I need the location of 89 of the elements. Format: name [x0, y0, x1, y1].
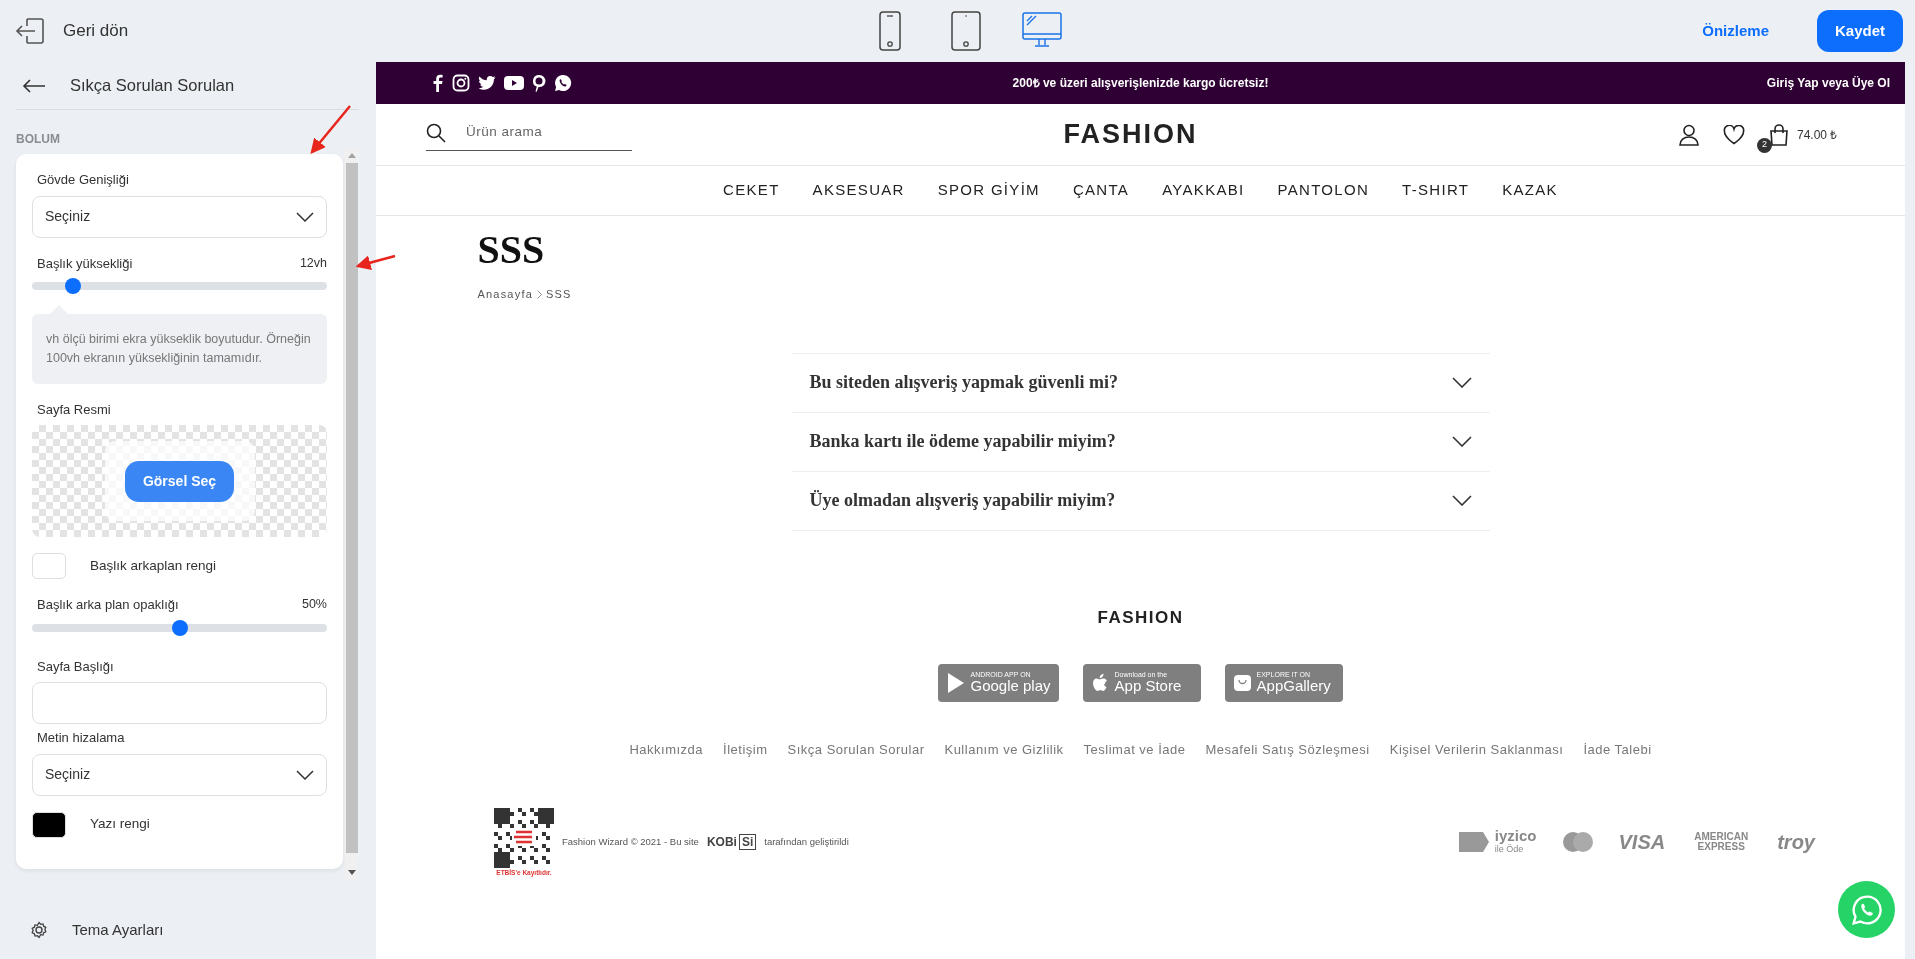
- color-swatch[interactable]: [32, 811, 66, 838]
- chevron-down-icon: [296, 769, 314, 780]
- scrollbar[interactable]: [345, 149, 358, 879]
- faq-item[interactable]: Üye olmadan alışveriş yapabilir miyim?: [791, 471, 1490, 531]
- slider-thumb[interactable]: [171, 619, 188, 636]
- card-icon: [1456, 830, 1491, 855]
- breadcrumb-link[interactable]: SSS: [545, 286, 572, 303]
- promo-text: 200₺ ve üzeri alışverişlenizde kargo ücretsiz!: [1011, 75, 1270, 92]
- slider-value: 12vh: [299, 254, 327, 272]
- field-label: Metin hizalama: [36, 729, 126, 747]
- breadcrumb-link[interactable]: Anasayfa: [477, 286, 533, 303]
- cart-total: 74.00 ₺: [1797, 126, 1838, 144]
- back-link[interactable]: Geri dön: [63, 18, 129, 44]
- nav-link[interactable]: CEKET: [723, 179, 780, 202]
- nav-link[interactable]: AYAKKABI: [1162, 179, 1245, 202]
- footer-link[interactable]: İade Talebi: [1583, 740, 1652, 760]
- nav-link[interactable]: KAZAK: [1502, 179, 1558, 202]
- back-arrow-icon[interactable]: [22, 77, 46, 94]
- cart-count-badge: 2: [1757, 137, 1772, 153]
- shopping-bag-icon[interactable]: [1769, 124, 1789, 147]
- footer-link[interactable]: Kişisel Verilerin Saklanması: [1389, 740, 1564, 760]
- instagram-icon[interactable]: [452, 74, 470, 92]
- field-label: Başlık arka plan opaklığı: [36, 596, 179, 614]
- payment-logo: troy: [1777, 830, 1815, 856]
- play-icon: [946, 672, 966, 694]
- payment-caption: ile Öde: [1494, 844, 1525, 857]
- copyright-text: tarafından geliştirildi: [764, 835, 849, 850]
- section-label: BOLUM: [16, 132, 60, 146]
- pin-icon[interactable]: [532, 74, 546, 92]
- faq-item[interactable]: Bu siteden alışveriş yapmak güvenli mi?: [791, 353, 1490, 413]
- field-label: Başlık yüksekliği: [36, 254, 133, 273]
- nav-link[interactable]: T-SHIRT: [1402, 179, 1470, 202]
- choose-image-button[interactable]: Görsel Seç: [124, 460, 235, 502]
- info-note: vh ölçü birimi ekra yükseklik boyutudur. Örneğin 100vh ekranın yüksekliğinin tamamıdır.: [32, 314, 327, 384]
- user-icon[interactable]: [1679, 123, 1699, 146]
- phone-icon[interactable]: [879, 11, 901, 51]
- chat-phone-icon[interactable]: [554, 74, 572, 92]
- mastercard-icon: [1560, 831, 1595, 854]
- footer-logo[interactable]: FASHION: [1097, 604, 1184, 630]
- payment-logo: VISA: [1618, 830, 1666, 856]
- footer-link[interactable]: Mesafeli Satış Sözleşmesi: [1205, 740, 1370, 760]
- twitter-icon[interactable]: [478, 75, 496, 91]
- tablet-icon[interactable]: [951, 11, 981, 51]
- annotation-arrow: [310, 105, 351, 154]
- theme-settings-link[interactable]: Tema Ayarları: [72, 919, 164, 942]
- field-label: Sayfa Resmi: [36, 400, 112, 419]
- footer-link[interactable]: Sıkça Sorulan Sorular: [787, 740, 925, 760]
- footer-link[interactable]: Hakkımızda: [629, 740, 704, 760]
- footer-link[interactable]: Kullanım ve Gizlilik: [944, 740, 1064, 760]
- chevron-right-icon: [536, 289, 542, 299]
- nav-link[interactable]: SPOR GİYİM: [937, 179, 1040, 202]
- gear-icon[interactable]: [30, 921, 48, 940]
- select-field[interactable]: Seçiniz: [32, 195, 327, 238]
- payment-logo: AMERICAN EXPRESS: [1693, 832, 1750, 853]
- nav-link[interactable]: AKSESUAR: [812, 179, 905, 202]
- field-label: Başlık arkaplan rengi: [90, 556, 217, 575]
- image-dropzone[interactable]: Görsel Seç: [32, 425, 327, 537]
- heart-icon[interactable]: [1723, 124, 1745, 145]
- builder-logo[interactable]: KOBi Si: [706, 833, 757, 852]
- video-play-icon[interactable]: [504, 76, 524, 90]
- scroll-down-icon[interactable]: [346, 869, 357, 876]
- bag-icon: [1232, 672, 1252, 694]
- apple-icon: [1090, 672, 1110, 694]
- login-link[interactable]: Giriş Yap veya Üye Ol: [1505, 74, 1905, 92]
- page-title: SSS: [477, 228, 546, 272]
- field-label: Gövde Genişliği: [36, 171, 130, 189]
- field-label: Yazı rengi: [90, 815, 150, 834]
- footer-link[interactable]: Teslimat ve İade: [1083, 740, 1186, 760]
- exit-icon[interactable]: [15, 15, 47, 47]
- field-label: Sayfa Başlığı: [36, 657, 115, 676]
- footer-link[interactable]: İletişim: [723, 740, 768, 760]
- copyright-text: Fashion Wizard © 2021 - Bu site: [562, 835, 699, 850]
- chevron-down-icon: [296, 211, 314, 222]
- preview-link[interactable]: Önizleme: [1702, 19, 1769, 43]
- store-logo[interactable]: FASHION: [1063, 119, 1198, 150]
- slider-value: 50%: [301, 596, 327, 613]
- color-swatch[interactable]: [32, 553, 66, 579]
- annotation-arrow: [355, 254, 396, 270]
- chat-icon: [1851, 894, 1882, 925]
- faq-item[interactable]: Banka kartı ile ödeme yapabilir miyim?: [791, 412, 1490, 472]
- qr-code[interactable]: [494, 807, 554, 868]
- slider-thumb[interactable]: [65, 278, 82, 294]
- nav-link[interactable]: PANTOLON: [1277, 179, 1370, 202]
- save-button[interactable]: Kaydet: [1816, 9, 1903, 53]
- nav-link[interactable]: ÇANTA: [1072, 179, 1130, 202]
- text-input[interactable]: [32, 682, 327, 724]
- panel-title: Sıkça Sorulan Sorulan: [70, 75, 235, 97]
- payment-logo: iyzico: [1494, 828, 1537, 844]
- select-field[interactable]: Seçiniz: [32, 753, 327, 796]
